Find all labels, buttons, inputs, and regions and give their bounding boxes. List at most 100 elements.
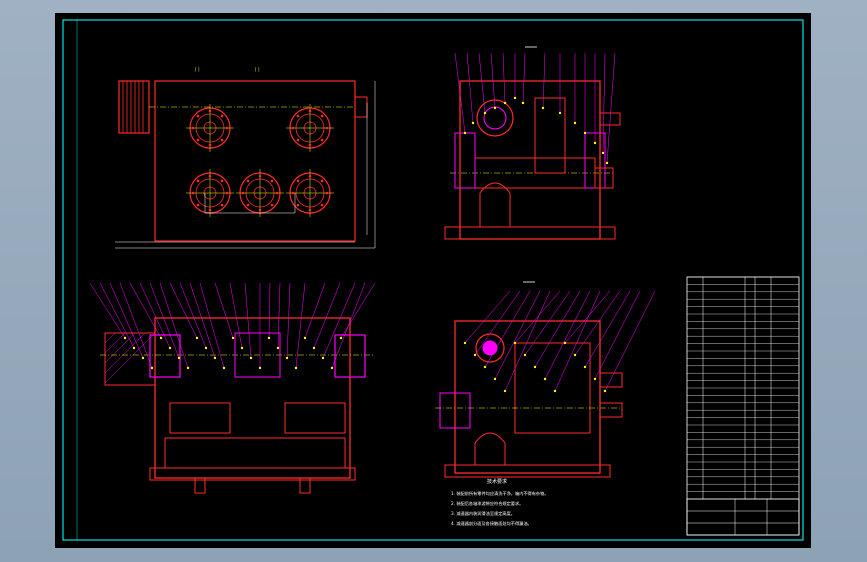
leader-dot xyxy=(222,366,226,370)
bolt-hole xyxy=(291,126,295,130)
svg-text:[ ]: [ ] xyxy=(195,67,200,72)
leader-dot xyxy=(463,341,467,345)
bolt-hole xyxy=(225,126,229,130)
leader-dot xyxy=(463,131,467,135)
bolt-hole xyxy=(208,208,212,212)
bolt-hole xyxy=(270,203,274,207)
leader-dot xyxy=(558,111,562,115)
leaders-front-view xyxy=(89,282,376,370)
bolt-hole xyxy=(220,114,224,118)
parts-list-table xyxy=(686,276,800,536)
cad-viewport[interactable]: [ ] [ ] 技术要求 1. 装配前所有零件均应清洗干净，箱内不得有杂物。 2.… xyxy=(55,13,811,548)
leader-line xyxy=(89,282,126,339)
leader-line xyxy=(313,282,341,349)
leader-line xyxy=(466,52,474,124)
top-view-housing xyxy=(154,80,356,242)
svg-text:[ ]: [ ] xyxy=(255,67,260,72)
bolt-hole xyxy=(196,114,200,118)
leader-line xyxy=(189,282,216,359)
leader-dot xyxy=(141,356,145,360)
leader-dot xyxy=(493,377,497,381)
leader-line xyxy=(494,290,541,380)
leader-line xyxy=(502,52,506,104)
bolt-hole xyxy=(208,109,212,113)
leader-dot xyxy=(258,366,262,370)
leader-line xyxy=(464,290,511,344)
bolt-hole xyxy=(225,191,229,195)
bolt-hole xyxy=(270,179,274,183)
leader-dot xyxy=(168,346,172,350)
end-section-view xyxy=(435,281,656,478)
leader-dot xyxy=(493,106,497,110)
leader-line xyxy=(606,52,616,164)
bolt-hole xyxy=(325,126,329,130)
tech-note-item: 1. 装配前所有零件均应清洗干净，箱内不得有杂物。 xyxy=(451,490,548,497)
leader-dot xyxy=(471,121,475,125)
leader-dot xyxy=(240,346,244,350)
leader-dot xyxy=(541,106,545,110)
leader-dot xyxy=(483,111,487,115)
leader-line xyxy=(564,290,611,344)
leader-line xyxy=(504,290,551,392)
leader-line xyxy=(522,52,526,104)
leader-dot xyxy=(583,365,587,369)
leader-dot xyxy=(285,356,289,360)
bolt-hole xyxy=(258,174,262,178)
bolt-hole xyxy=(320,179,324,183)
leader-dot xyxy=(159,336,163,340)
leader-dot xyxy=(132,346,136,350)
leader-dot xyxy=(573,353,577,357)
bolt-hole xyxy=(320,203,324,207)
leader-dot xyxy=(593,141,597,145)
leader-dot xyxy=(553,389,557,393)
bolt-hole xyxy=(296,114,300,118)
leader-dot xyxy=(503,389,507,393)
leader-dot xyxy=(603,389,607,393)
tech-notes-title: 技术要求 xyxy=(487,478,507,485)
leader-dot xyxy=(330,366,334,370)
bolt-hole xyxy=(296,203,300,207)
tech-note-item: 2. 装配后各轴承游隙应符合规定要求。 xyxy=(451,500,523,507)
bolt-hole xyxy=(196,138,200,142)
bolt-hole xyxy=(308,109,312,113)
leader-line xyxy=(244,282,252,359)
leader-line xyxy=(604,290,656,392)
leader-line xyxy=(544,290,591,380)
leader-line xyxy=(286,282,291,359)
leader-dot xyxy=(312,346,316,350)
side-view-housing xyxy=(459,80,601,240)
bolt-hole xyxy=(308,143,312,147)
leader-dot xyxy=(533,365,537,369)
side-section-view xyxy=(444,46,621,240)
leader-dot xyxy=(231,336,235,340)
leader-dot xyxy=(483,365,487,369)
tech-note-item: 4. 减速器剖分面及各接触面处均不得漏油。 xyxy=(451,520,532,527)
leader-dot xyxy=(513,96,517,100)
bolt-hole xyxy=(246,179,250,183)
leader-line xyxy=(214,282,234,339)
bolt-hole xyxy=(246,203,250,207)
bolt-hole xyxy=(191,191,195,195)
leader-line xyxy=(129,282,162,339)
technical-notes: 技术要求 1. 装配前所有零件均应清洗干净，箱内不得有杂物。 2. 装配后各轴承… xyxy=(451,478,548,527)
bolt-hole xyxy=(220,179,224,183)
bolt-hole xyxy=(196,179,200,183)
leader-dot xyxy=(150,366,154,370)
leader-dot xyxy=(123,336,127,340)
leader-dot xyxy=(294,366,298,370)
bolt-hole xyxy=(296,179,300,183)
leader-line xyxy=(554,290,601,392)
leader-dot xyxy=(177,356,181,360)
title-block xyxy=(686,498,800,536)
leader-line xyxy=(304,282,326,339)
drawing-sheet: [ ] [ ] 技术要求 1. 装配前所有零件均应清洗干净，箱内不得有杂物。 2.… xyxy=(62,19,804,541)
leader-dot xyxy=(523,353,527,357)
leader-dot xyxy=(267,336,271,340)
bolt-hole xyxy=(258,208,262,212)
gear-circles xyxy=(186,104,334,217)
top-view-pulley xyxy=(118,80,150,134)
leader-dot xyxy=(213,356,217,360)
leader-dot xyxy=(513,341,517,345)
bolt-hole xyxy=(241,191,245,195)
leader-line xyxy=(534,290,581,368)
